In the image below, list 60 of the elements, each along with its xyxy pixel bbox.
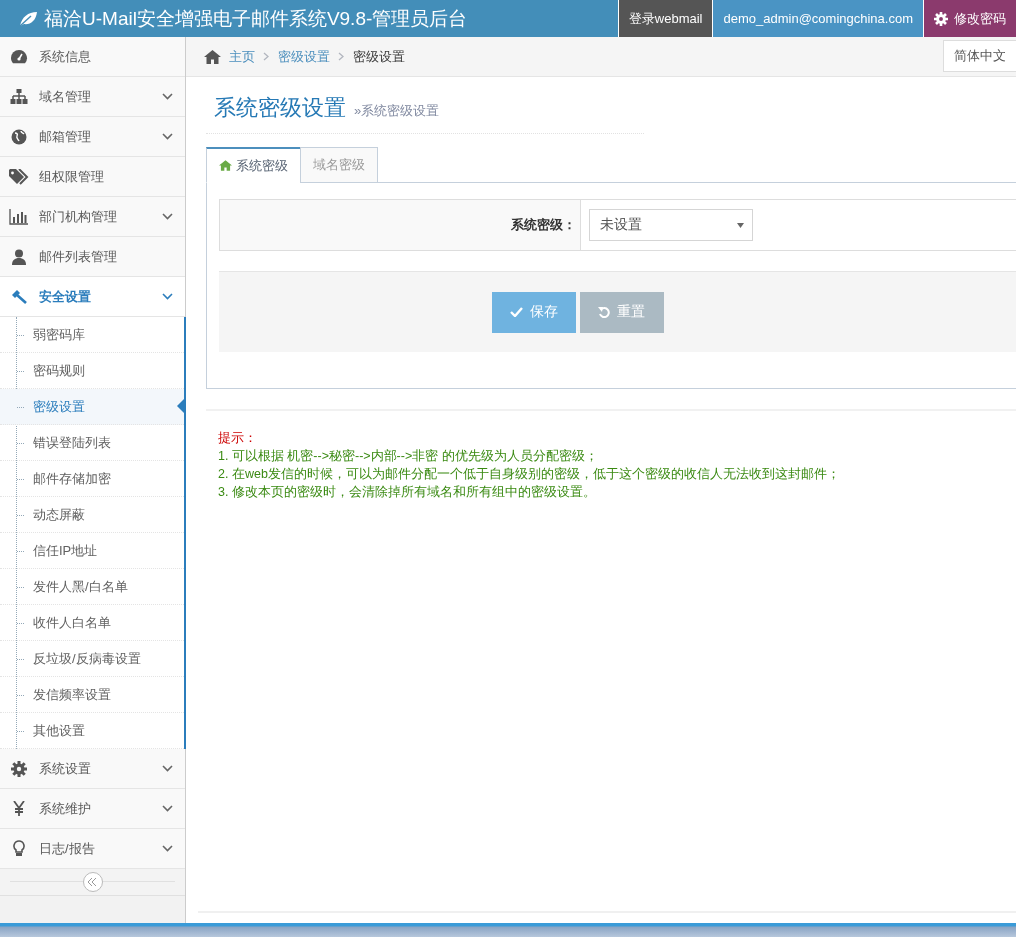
home-icon xyxy=(219,160,232,171)
sidebar-submenu-item[interactable]: 信任IP地址 xyxy=(0,533,184,569)
tags-icon xyxy=(9,168,29,185)
change-password-link[interactable]: 修改密码 xyxy=(923,0,1016,37)
gear-icon xyxy=(11,760,27,777)
dashboard-icon xyxy=(10,48,28,65)
chevron-down-icon xyxy=(162,765,173,772)
sidebar-submenu-item[interactable]: 收件人白名单 xyxy=(0,605,184,641)
sidebar-submenu-item[interactable]: 邮件存储加密 xyxy=(0,461,184,497)
page-title: 系统密级设置 xyxy=(214,94,346,122)
breadcrumb-current: 密级设置 xyxy=(353,47,405,66)
sidebar-submenu-item[interactable]: 发信频率设置 xyxy=(0,677,184,713)
sidebar-submenu-item[interactable]: 发件人黑/白名单 xyxy=(0,569,184,605)
chevron-down-icon xyxy=(162,93,173,100)
language-select[interactable]: 简体中文 xyxy=(943,40,1016,72)
yen-icon xyxy=(13,801,25,816)
breadcrumb-link[interactable]: 主页 xyxy=(229,47,255,66)
chevron-down-icon xyxy=(162,213,173,220)
chevron-down-icon xyxy=(162,805,173,812)
sidebar-submenu-item[interactable]: 弱密码库 xyxy=(0,317,184,353)
chevron-down-icon xyxy=(162,133,173,140)
tips-heading: 提示： xyxy=(218,431,258,446)
tab[interactable]: 系统密级 xyxy=(206,147,301,183)
bar-chart-icon xyxy=(9,208,29,225)
page-subtitle: »系统密级设置 xyxy=(354,102,440,120)
sidebar-menu-item[interactable]: 组权限管理 xyxy=(0,157,185,197)
tip-text: 3. 修改本页的密级时，会清除掉所有域名和所有组中的密级设置。 xyxy=(218,485,597,500)
sidebar-submenu-item[interactable]: 错误登陆列表 xyxy=(0,425,184,461)
sitemap-icon xyxy=(10,88,28,105)
sidebar-menu-item[interactable]: 安全设置 xyxy=(0,277,185,317)
sidebar-menu-item[interactable]: 部门机构管理 xyxy=(0,197,185,237)
leaf-icon xyxy=(18,10,38,27)
app-title: 福洽U-Mail安全增强电子邮件系统V9.8-管理员后台 xyxy=(44,6,468,31)
sidebar-menu-item[interactable]: 系统维护 xyxy=(0,789,185,829)
sidebar-submenu-item[interactable]: 动态屏蔽 xyxy=(0,497,184,533)
lightbulb-icon xyxy=(13,840,25,857)
dropdown-arrow-icon xyxy=(737,222,744,228)
chevron-down-icon xyxy=(162,845,173,852)
gear-icon xyxy=(934,11,948,26)
sidebar-menu-item[interactable]: 系统信息 xyxy=(0,37,185,77)
double-chevron-left-icon xyxy=(88,878,97,886)
sidebar-submenu-item[interactable]: 反垃圾/反病毒设置 xyxy=(0,641,184,677)
sidebar-menu-item[interactable]: 邮箱管理 xyxy=(0,117,185,157)
gavel-icon xyxy=(10,288,28,305)
sidebar-menu-item[interactable]: 日志/报告 xyxy=(0,829,185,869)
sidebar-menu-item[interactable]: 域名管理 xyxy=(0,77,185,117)
user-icon xyxy=(11,248,27,265)
tip-text: 2. 在web发信的时候，可以为邮件分配一个低于自身级别的密级，低于这个密级的收信人无法收到这封邮件； xyxy=(218,467,841,482)
globe-icon xyxy=(11,128,27,145)
undo-icon xyxy=(598,306,610,318)
webmail-login-link[interactable]: 登录webmail xyxy=(617,0,713,37)
sidebar-menu-item[interactable]: 系统设置 xyxy=(0,749,185,789)
security-level-select[interactable]: 未设置 xyxy=(589,209,753,241)
tip-text: 1. 可以根据 机密-->秘密-->内部-->非密 的优先级为人员分配密级； xyxy=(218,449,599,464)
sidebar-menu-item[interactable]: 邮件列表管理 xyxy=(0,237,185,277)
chevron-down-icon xyxy=(162,293,173,300)
home-icon xyxy=(204,49,221,64)
checkmark-icon xyxy=(509,307,523,317)
collapse-sidebar-button[interactable] xyxy=(82,872,103,892)
sidebar-submenu-item[interactable]: 密级设置 xyxy=(0,389,184,425)
